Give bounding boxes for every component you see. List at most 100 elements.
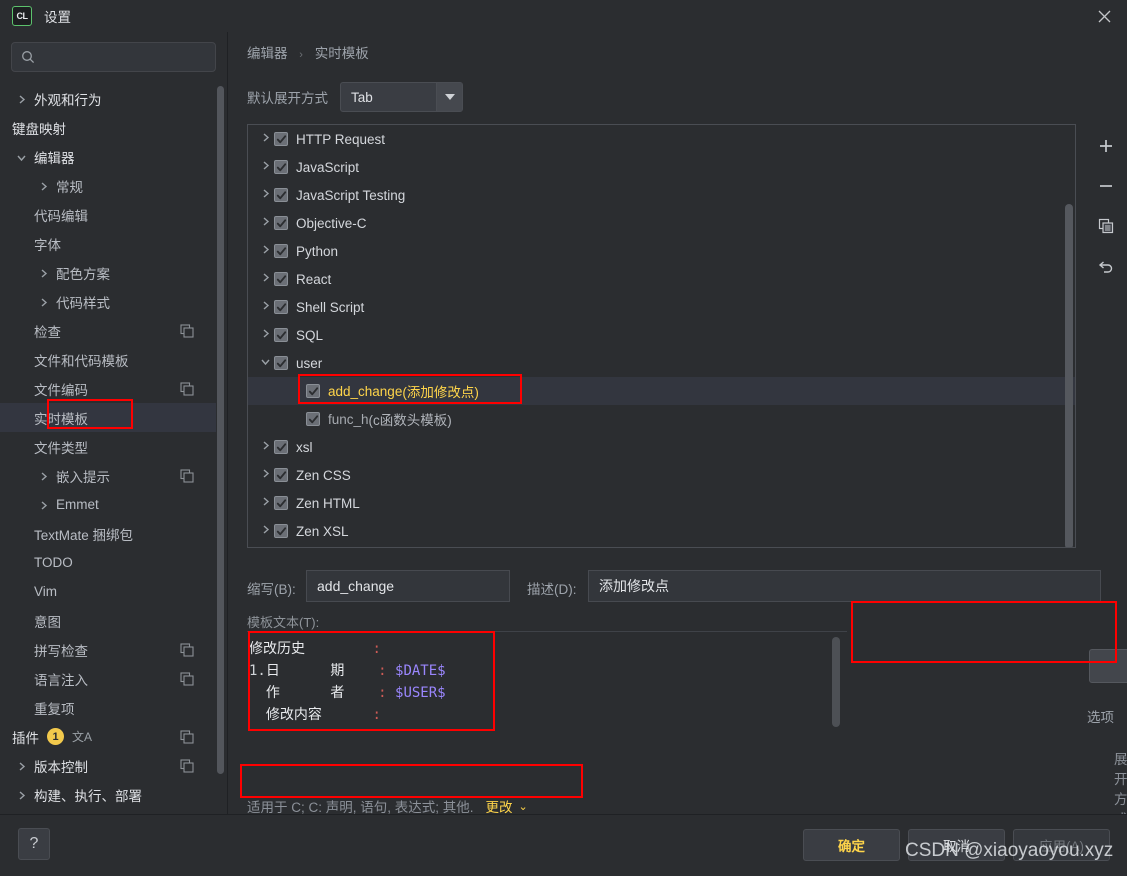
template-row[interactable]: user (248, 349, 1075, 377)
search-input[interactable] (35, 49, 227, 65)
sidebar-item-12[interactable]: 文件类型 (0, 432, 216, 461)
chevron-right-icon[interactable] (258, 496, 272, 510)
template-checkbox[interactable] (274, 132, 288, 146)
template-row[interactable]: JavaScript (248, 153, 1075, 181)
template-checkbox[interactable] (274, 160, 288, 174)
template-row[interactable]: xsl (248, 433, 1075, 461)
template-row[interactable]: React (248, 265, 1075, 293)
chevron-right-icon[interactable] (38, 180, 50, 192)
chevron-right-icon[interactable] (38, 499, 50, 511)
sidebar-item-22[interactable]: 插件 1 文A (0, 722, 216, 751)
chevron-right-icon[interactable] (38, 470, 50, 482)
templates-scrollbar[interactable] (1064, 126, 1074, 547)
editor-scrollbar[interactable] (832, 637, 841, 777)
sidebar-scrollbar-thumb[interactable] (217, 86, 224, 774)
sidebar-item-2[interactable]: 编辑器 (0, 142, 216, 171)
sidebar-item-4[interactable]: 代码编辑 (0, 200, 216, 229)
template-checkbox[interactable] (274, 300, 288, 314)
remove-template-button[interactable] (1094, 174, 1118, 198)
chevron-right-icon[interactable] (38, 296, 50, 308)
sidebar-item-15[interactable]: TextMate 捆绑包 (0, 519, 216, 548)
sidebar-item-6[interactable]: 配色方案 (0, 258, 216, 287)
template-row[interactable]: HTTP Request (248, 125, 1075, 153)
sidebar-item-11[interactable]: 实时模板 (0, 403, 216, 432)
sidebar-item-8[interactable]: 检查 (0, 316, 216, 345)
search-box[interactable] (11, 42, 227, 72)
template-checkbox[interactable] (274, 188, 288, 202)
duplicate-template-button[interactable] (1094, 214, 1118, 238)
breadcrumb-parent[interactable]: 编辑器 (247, 46, 288, 61)
template-checkbox[interactable] (274, 216, 288, 230)
ok-button[interactable]: 确定 (803, 829, 900, 861)
sidebar-item-5[interactable]: 字体 (0, 229, 216, 258)
chevron-right-icon[interactable] (258, 272, 272, 286)
template-row[interactable]: Zen CSS (248, 461, 1075, 489)
abbrev-input[interactable]: add_change (306, 570, 510, 602)
template-row[interactable]: Shell Script (248, 293, 1075, 321)
copy-settings-icon[interactable] (180, 323, 194, 338)
template-checkbox[interactable] (274, 440, 288, 454)
copy-settings-icon[interactable] (180, 468, 194, 483)
template-row[interactable]: SQL (248, 321, 1075, 349)
chevron-right-icon[interactable] (16, 760, 28, 772)
translate-icon[interactable]: 文A (72, 728, 92, 745)
sidebar-item-19[interactable]: 拼写检查 (0, 635, 216, 664)
chevron-right-icon[interactable] (258, 132, 272, 146)
template-text-editor[interactable]: 修改历史 : 1.日 期 : $DATE$ 作 者 : $USER$ 修改内容 : (247, 631, 847, 785)
sidebar-item-21[interactable]: 重复项 (0, 693, 216, 722)
sidebar-item-17[interactable]: Vim (0, 577, 216, 606)
chevron-right-icon[interactable] (16, 789, 28, 801)
chevron-right-icon[interactable] (258, 300, 272, 314)
chevron-right-icon[interactable] (258, 440, 272, 454)
sidebar-item-9[interactable]: 文件和代码模板 (0, 345, 216, 374)
chevron-right-icon[interactable] (258, 216, 272, 230)
template-checkbox[interactable] (274, 328, 288, 342)
chevron-down-icon[interactable] (16, 151, 28, 163)
chevron-right-icon[interactable] (38, 267, 50, 279)
template-row[interactable]: JavaScript Testing (248, 181, 1075, 209)
sidebar-item-7[interactable]: 代码样式 (0, 287, 216, 316)
add-template-button[interactable] (1094, 134, 1118, 158)
template-checkbox[interactable] (274, 272, 288, 286)
editor-scrollbar-thumb[interactable] (832, 637, 840, 727)
sidebar-item-14[interactable]: Emmet (0, 490, 216, 519)
copy-settings-icon[interactable] (180, 671, 194, 686)
templates-scrollbar-thumb[interactable] (1065, 204, 1073, 547)
template-checkbox[interactable] (306, 384, 320, 398)
sidebar-item-10[interactable]: 文件编码 (0, 374, 216, 403)
template-row[interactable]: Zen XSL (248, 517, 1075, 545)
sidebar-item-23[interactable]: 版本控制 (0, 751, 216, 780)
copy-settings-icon[interactable] (180, 642, 194, 657)
description-input[interactable]: 添加修改点 (588, 570, 1101, 602)
template-checkbox[interactable] (274, 468, 288, 482)
sidebar-item-18[interactable]: 意图 (0, 606, 216, 635)
chevron-right-icon[interactable] (258, 328, 272, 342)
chevron-down-icon[interactable] (258, 356, 272, 370)
template-checkbox[interactable] (274, 356, 288, 370)
template-row[interactable]: Zen HTML (248, 489, 1075, 517)
sidebar-item-24[interactable]: 构建、执行、部署 (0, 780, 216, 809)
chevron-right-icon[interactable] (258, 244, 272, 258)
default-expand-dropdown[interactable]: Tab (340, 82, 463, 112)
template-checkbox[interactable] (274, 524, 288, 538)
template-checkbox[interactable] (274, 244, 288, 258)
revert-template-button[interactable] (1094, 254, 1118, 278)
template-row[interactable]: func_h (c函数头模板) (248, 405, 1075, 433)
copy-settings-icon[interactable] (180, 381, 194, 396)
edit-variables-button[interactable]: 编辑变量(E) (1089, 649, 1127, 683)
applicability-change-link[interactable]: 更改 (486, 796, 513, 816)
cancel-button[interactable]: 取消 (908, 829, 1005, 861)
close-icon[interactable] (1081, 0, 1127, 32)
templates-list[interactable]: HTTP Request JavaScript JavaScript Testing… (247, 124, 1076, 548)
chevron-right-icon[interactable] (258, 468, 272, 482)
copy-settings-icon[interactable] (180, 758, 194, 773)
template-checkbox[interactable] (274, 496, 288, 510)
template-row[interactable]: Objective-C (248, 209, 1075, 237)
sidebar-scrollbar[interactable] (216, 84, 224, 809)
chevron-right-icon[interactable] (258, 188, 272, 202)
help-button[interactable]: ? (18, 828, 50, 860)
copy-settings-icon[interactable] (180, 729, 194, 744)
sidebar-item-0[interactable]: 外观和行为 (0, 84, 216, 113)
sidebar-item-13[interactable]: 嵌入提示 (0, 461, 216, 490)
sidebar-item-20[interactable]: 语言注入 (0, 664, 216, 693)
